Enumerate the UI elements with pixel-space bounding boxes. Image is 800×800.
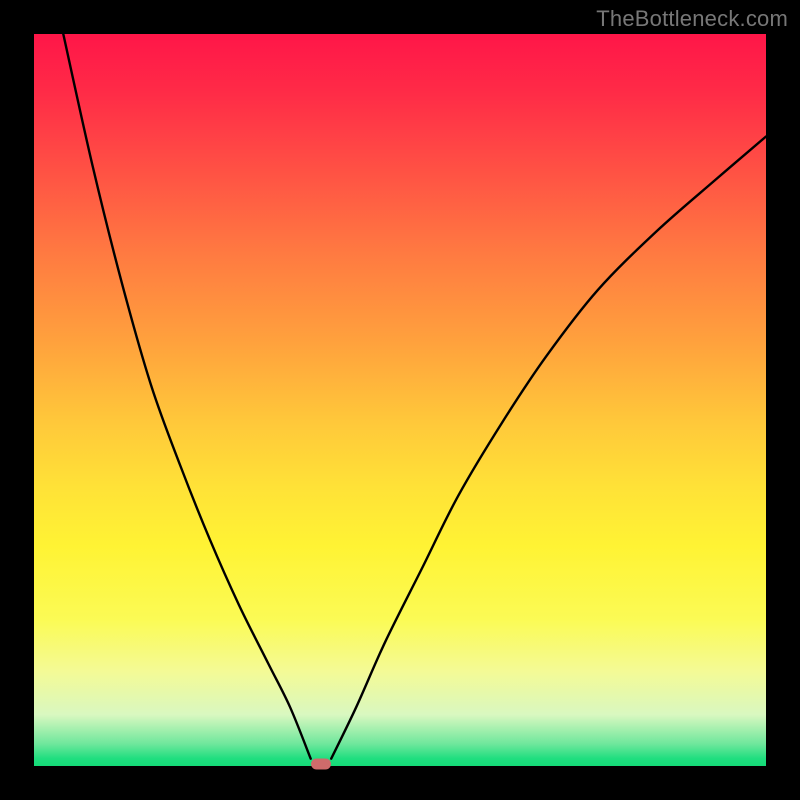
minimum-marker	[311, 758, 331, 769]
bottleneck-curve	[34, 34, 766, 766]
plot-area	[34, 34, 766, 766]
curve-right-branch	[331, 136, 766, 758]
curve-left-branch	[63, 34, 310, 759]
chart-frame: TheBottleneck.com	[0, 0, 800, 800]
watermark-text: TheBottleneck.com	[596, 6, 788, 32]
